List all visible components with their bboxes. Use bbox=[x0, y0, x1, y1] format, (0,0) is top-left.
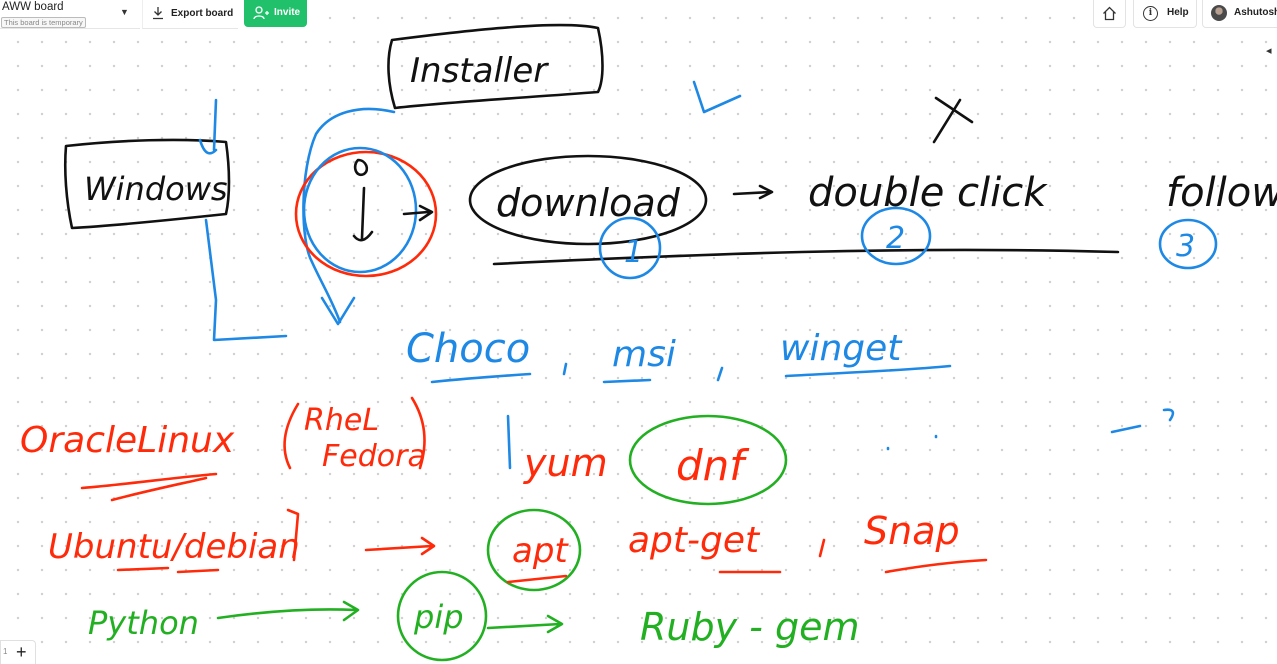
exe-blue-circle bbox=[302, 146, 418, 274]
comma-2 bbox=[716, 366, 724, 382]
follow-text: follow bbox=[1166, 170, 1277, 216]
comma-1 bbox=[562, 362, 568, 376]
oracle-linux-text: OracleLinux bbox=[20, 420, 235, 461]
snap-text: Snap bbox=[864, 509, 960, 553]
user-name: Ashutosh bbox=[1234, 7, 1277, 18]
chevron-down-icon[interactable]: ▼ bbox=[120, 7, 129, 17]
user-menu[interactable]: Ashutosh bbox=[1202, 0, 1277, 28]
step-1-text: 1 bbox=[624, 235, 643, 270]
rhel-text: RheL bbox=[304, 403, 379, 438]
ruby-gem-text: Ruby - gem bbox=[640, 605, 859, 649]
msi-underline bbox=[602, 378, 652, 384]
home-button[interactable] bbox=[1093, 0, 1126, 28]
yum-text: yum bbox=[523, 441, 608, 485]
windows-connector bbox=[204, 218, 288, 342]
dnf-text: dnf bbox=[676, 441, 750, 490]
arrow-to-pip bbox=[216, 600, 360, 622]
yum-bracket bbox=[506, 414, 512, 470]
choco-underline bbox=[430, 372, 532, 384]
help-label: Help bbox=[1167, 7, 1189, 18]
msi-text: msi bbox=[612, 334, 676, 375]
choco-text: Choco bbox=[406, 326, 530, 372]
arrow-to-double-click bbox=[732, 184, 774, 200]
page-control: 1 + bbox=[0, 640, 36, 664]
help-button[interactable]: i Help bbox=[1133, 0, 1197, 28]
steps-underline bbox=[492, 248, 1120, 266]
whiteboard-canvas[interactable]: Installer Windows download double click … bbox=[0, 0, 1277, 663]
download-icon bbox=[153, 7, 163, 20]
blue-dash bbox=[1110, 408, 1175, 434]
temporary-badge: This board is temporary bbox=[1, 17, 86, 28]
pip-text: pip bbox=[413, 598, 464, 636]
arrow-to-apt bbox=[364, 536, 436, 556]
exe-glyph bbox=[352, 158, 374, 242]
add-page-button[interactable]: + bbox=[16, 641, 27, 663]
windows-text: Windows bbox=[84, 170, 228, 208]
board-menu[interactable]: AWW board This board is temporary ▼ bbox=[0, 0, 140, 29]
winget-text: winget bbox=[780, 328, 903, 369]
board-title: AWW board bbox=[2, 1, 64, 13]
ubuntu-debian-text: Ubuntu/debian bbox=[48, 527, 300, 567]
invite-button[interactable]: Invite bbox=[244, 0, 307, 27]
step-2-text: 2 bbox=[886, 221, 905, 256]
rhel-paren-open bbox=[283, 402, 300, 470]
arrow-to-ruby bbox=[486, 614, 564, 634]
double-click-text: double click bbox=[808, 170, 1048, 216]
page-number: 1 bbox=[3, 647, 8, 656]
exe-arrow bbox=[402, 204, 434, 222]
installer-loop bbox=[302, 107, 396, 326]
snap-underline bbox=[884, 558, 988, 574]
add-user-icon bbox=[253, 6, 269, 20]
apt-text: apt bbox=[512, 531, 569, 571]
panel-toggle-icon[interactable]: ◂ bbox=[1266, 44, 1272, 57]
fedora-text: Fedora bbox=[322, 439, 426, 474]
cross-mark bbox=[932, 96, 974, 144]
info-icon: i bbox=[1143, 6, 1158, 21]
download-text: download bbox=[496, 181, 681, 225]
export-board-label: Export board bbox=[171, 8, 234, 19]
ubuntu-underline bbox=[116, 566, 220, 574]
snap-comma bbox=[818, 538, 826, 558]
avatar bbox=[1211, 5, 1227, 21]
installer-text: Installer bbox=[410, 51, 549, 91]
check-mark bbox=[692, 80, 742, 114]
windows-arrow-top bbox=[198, 98, 218, 155]
python-text: Python bbox=[88, 604, 199, 642]
home-icon bbox=[1103, 6, 1116, 21]
oracle-underline bbox=[80, 472, 218, 502]
apt-underline bbox=[506, 574, 568, 584]
invite-label: Invite bbox=[274, 7, 301, 18]
apt-get-text: apt-get bbox=[628, 520, 761, 561]
export-board-button[interactable]: Export board bbox=[142, 0, 238, 29]
blue-dots bbox=[886, 434, 938, 451]
step-3-text: 3 bbox=[1176, 229, 1195, 264]
